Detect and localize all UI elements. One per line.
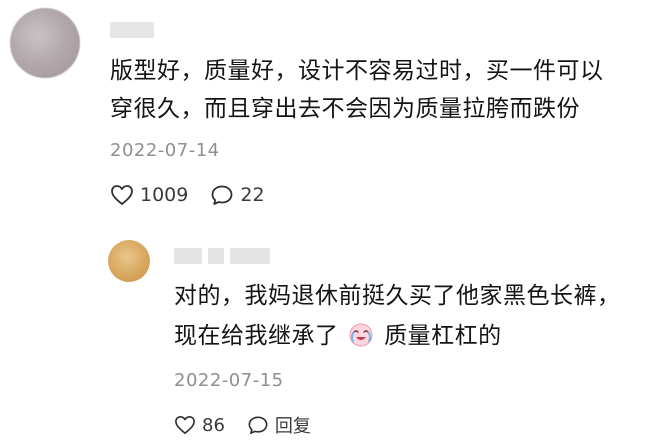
comment-line: 版型好，质量好，设计不容易过时，买一件可以 (110, 58, 604, 84)
comment-icon (248, 416, 268, 434)
comment-actions: 1009 22 (110, 180, 287, 210)
reply-line: 现在给我继承了 质量杠杠的 (174, 316, 650, 356)
reply-like-count: 86 (202, 414, 225, 436)
reply-actions: 86 回复 (174, 410, 333, 440)
redaction-block (230, 248, 270, 264)
comment-icon (211, 185, 233, 205)
reply-username-redacted[interactable] (174, 248, 276, 264)
reply-line: 对的，我妈退休前挺久买了他家黑色长裤， (174, 283, 621, 309)
reply-date: 2022-07-15 (174, 370, 284, 391)
reply-avatar[interactable] (108, 240, 150, 282)
like-count: 1009 (140, 184, 189, 206)
comment-thread: 版型好，质量好，设计不容易过时，买一件可以 穿很久，而且穿出去不会因为质量拉胯而… (0, 0, 660, 448)
comment-date: 2022-07-14 (110, 140, 220, 161)
avatar[interactable] (10, 8, 80, 78)
like-button[interactable]: 1009 (110, 184, 188, 206)
redaction-block (174, 248, 202, 264)
reply-button[interactable]: 回复 (247, 412, 311, 438)
redaction-block (208, 248, 224, 264)
reply-like-button[interactable]: 86 (174, 415, 225, 436)
crying-laughing-emoji-icon (349, 323, 373, 347)
reply-count-button[interactable]: 22 (210, 184, 265, 206)
reply-count: 22 (240, 184, 265, 206)
heart-icon (175, 416, 195, 434)
username-redacted[interactable] (110, 22, 154, 38)
heart-icon (111, 185, 133, 205)
reply-label: 回复 (274, 416, 311, 437)
reply-text: 对的，我妈退休前挺久买了他家黑色长裤， 现在给我继承了 质量杠杠的 (174, 276, 650, 356)
comment-text: 版型好，质量好，设计不容易过时，买一件可以 穿很久，而且穿出去不会因为质量拉胯而… (110, 52, 650, 128)
reply-text-segment: 质量杠杠的 (384, 323, 502, 349)
comment-line: 穿很久，而且穿出去不会因为质量拉胯而跌份 (110, 96, 580, 122)
reply-text-segment: 现在给我继承了 (174, 323, 339, 349)
